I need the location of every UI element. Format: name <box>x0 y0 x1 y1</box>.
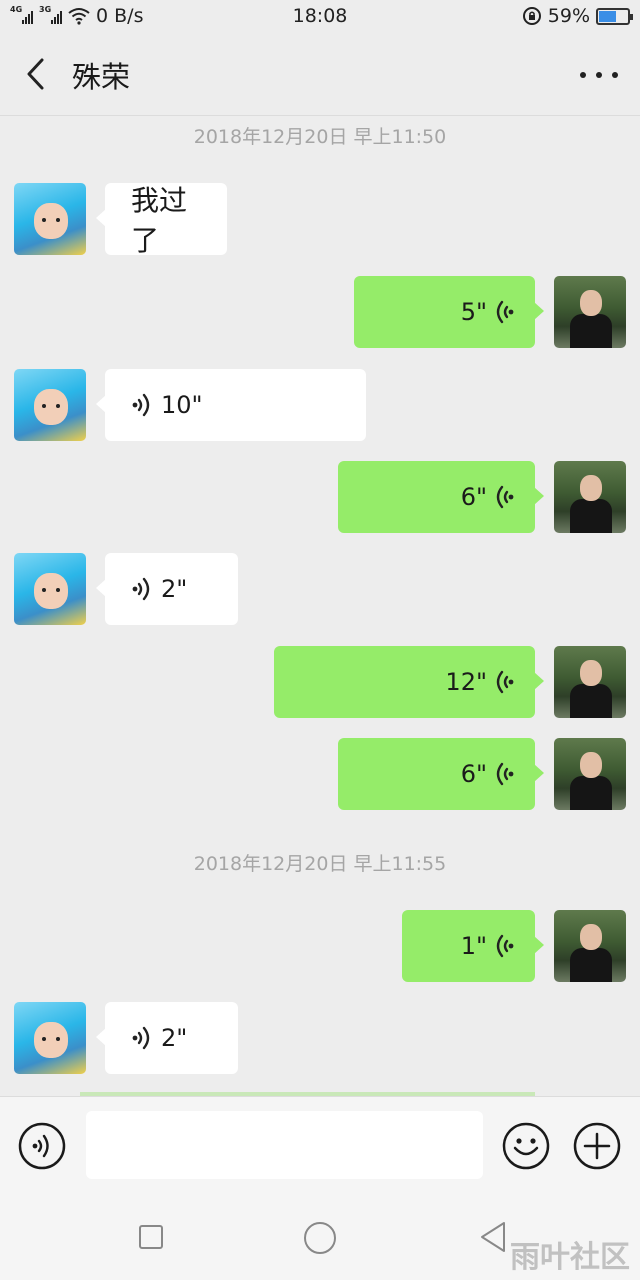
voice-message-sent[interactable]: 1" <box>402 910 544 982</box>
recent-apps-icon[interactable] <box>139 1225 163 1249</box>
voice-mode-icon[interactable] <box>18 1122 66 1170</box>
voice-message-sent[interactable]: 6" <box>338 738 544 810</box>
voice-message-sent[interactable]: 12" <box>274 646 544 718</box>
chat-title: 殊荣 <box>72 60 131 94</box>
battery-fill <box>599 10 616 22</box>
input-bar <box>0 1096 640 1190</box>
voice-message-received[interactable]: 2" <box>96 553 238 625</box>
chevron-left-icon[interactable] <box>22 56 52 92</box>
status-right: 59% <box>522 5 633 27</box>
avatar-other[interactable] <box>14 553 86 625</box>
voice-duration: 1" <box>460 932 487 960</box>
voice-wave-icon <box>132 1026 150 1050</box>
voice-message-received[interactable]: 10" <box>96 369 366 441</box>
avatar-self[interactable] <box>554 276 626 348</box>
plus-icon[interactable] <box>573 1122 621 1170</box>
avatar-other[interactable] <box>14 183 86 255</box>
voice-duration: 12" <box>445 668 487 696</box>
timestamp: 2018年12月20日 早上11:50 <box>193 126 447 148</box>
avatar-self[interactable] <box>554 738 626 810</box>
voice-message-received[interactable]: 2" <box>96 1002 238 1074</box>
timestamp: 2018年12月20日 早上11:55 <box>193 853 447 875</box>
voice-duration: 6" <box>460 483 487 511</box>
message-bubble-received[interactable]: 我过了 <box>96 183 227 257</box>
avatar-self[interactable] <box>554 646 626 718</box>
voice-message-sent[interactable]: 5" <box>354 276 544 348</box>
voice-wave-icon <box>132 393 150 417</box>
rotation-lock-icon <box>522 7 541 25</box>
more-dots-icon[interactable] <box>580 62 618 88</box>
avatar-other[interactable] <box>14 1002 86 1074</box>
system-nav-bar: 雨叶社区 <box>0 1190 640 1280</box>
battery-icon <box>596 7 633 25</box>
voice-wave-icon <box>496 670 514 694</box>
avatar-self[interactable] <box>554 461 626 533</box>
voice-wave-icon <box>132 577 150 601</box>
voice-duration: 10" <box>161 391 203 419</box>
avatar-other[interactable] <box>14 369 86 441</box>
watermark-logo: 雨叶社区 <box>510 1240 630 1275</box>
back-triangle-icon[interactable] <box>478 1220 508 1254</box>
voice-duration: 5" <box>460 298 487 326</box>
chat-header: 殊荣 <box>0 34 640 116</box>
voice-wave-icon <box>496 485 514 509</box>
message-text: 我过了 <box>131 184 188 257</box>
voice-wave-icon <box>496 300 514 324</box>
voice-duration: 2" <box>161 1024 188 1052</box>
voice-duration: 2" <box>161 575 188 603</box>
voice-wave-icon <box>496 934 514 958</box>
battery-percent: 59% <box>547 5 590 27</box>
emoji-icon[interactable] <box>502 1122 550 1170</box>
home-icon[interactable] <box>304 1222 336 1254</box>
status-bar: 4G 3G 0 B/s 18:08 59% <box>0 0 640 34</box>
voice-duration: 6" <box>460 760 487 788</box>
voice-wave-icon <box>496 762 514 786</box>
message-input[interactable] <box>86 1111 483 1179</box>
avatar-self[interactable] <box>554 910 626 982</box>
voice-message-sent[interactable]: 6" <box>338 461 544 533</box>
